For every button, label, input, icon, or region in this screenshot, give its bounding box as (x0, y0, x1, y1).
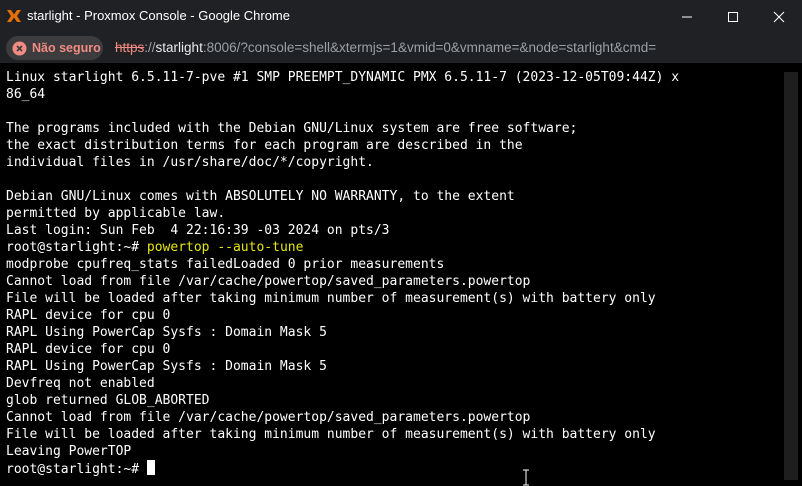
address-bar[interactable]: Não seguro https://starlight:8006/?conso… (0, 33, 802, 63)
security-label: Não seguro (32, 41, 101, 55)
terminal[interactable]: Linux starlight 6.5.11-7-pve #1 SMP PREE… (0, 63, 782, 486)
terminal-line: Linux starlight 6.5.11-7-pve #1 SMP PREE… (6, 70, 680, 85)
url-host: starlight (155, 40, 203, 55)
ibeam-cursor-icon (521, 469, 531, 486)
output-line: glob returned GLOB_ABORTED (6, 393, 210, 408)
output-line: File will be loaded after taking minimum… (6, 427, 656, 442)
close-button[interactable] (756, 0, 802, 33)
terminal-line: Debian GNU/Linux comes with ABSOLUTELY N… (6, 189, 515, 204)
maximize-icon (728, 12, 738, 22)
output-line: Devfreq not enabled (6, 376, 155, 391)
terminal-line: 86_64 (6, 87, 46, 102)
proxmox-x-icon (6, 8, 22, 24)
url-separator: :// (144, 40, 156, 55)
scrollbar-thumb[interactable] (784, 72, 798, 480)
output-line: RAPL Using PowerCap Sysfs : Domain Mask … (6, 325, 327, 340)
terminal-line: The programs included with the Debian GN… (6, 121, 578, 136)
output-line: Cannot load from file /var/cache/powerto… (6, 274, 531, 289)
terminal-line: Last login: Sun Feb 4 22:16:39 -03 2024 … (6, 223, 390, 238)
maximize-button[interactable] (710, 0, 756, 33)
command-text: powertop --auto-tune (146, 240, 304, 255)
url-field[interactable]: https://starlight:8006/?console=shell&xt… (115, 40, 656, 56)
chrome-window: starlight - Proxmox Console - Google Chr… (0, 0, 802, 486)
close-icon (773, 11, 785, 23)
warning-icon (12, 41, 27, 59)
security-chip[interactable]: Não seguro (6, 36, 103, 60)
shell-prompt: root@starlight:~# (6, 240, 147, 255)
terminal-line: permitted by applicable law. (6, 206, 226, 221)
text-cursor (146, 460, 155, 475)
url-scheme: https (115, 40, 145, 55)
output-line: File will be loaded after taking minimum… (6, 291, 656, 306)
terminal-line: individual files in /usr/share/doc/*/cop… (6, 155, 374, 170)
url-path: :8006/?console=shell&xtermjs=1&vmid=0&vm… (202, 40, 657, 55)
output-line: RAPL device for cpu 0 (6, 342, 171, 357)
output-line: Cannot load from file /var/cache/powerto… (6, 410, 531, 425)
shell-prompt: root@starlight:~# (6, 462, 147, 477)
minimize-button[interactable] (664, 0, 710, 33)
title-bar[interactable]: starlight - Proxmox Console - Google Chr… (0, 0, 802, 33)
terminal-line: the exact distribution terms for each pr… (6, 138, 523, 153)
output-line: RAPL Using PowerCap Sysfs : Domain Mask … (6, 359, 327, 374)
output-line: modprobe cpufreq_stats failedLoaded 0 pr… (6, 257, 445, 272)
active-prompt-line[interactable]: root@starlight:~# (6, 460, 782, 477)
minimize-icon (682, 16, 692, 18)
command-line: root@starlight:~# powertop --auto-tune (6, 239, 782, 256)
output-line: Leaving PowerTOP (6, 444, 132, 459)
output-line: RAPL device for cpu 0 (6, 308, 171, 323)
window-title: starlight - Proxmox Console - Google Chr… (27, 8, 290, 23)
